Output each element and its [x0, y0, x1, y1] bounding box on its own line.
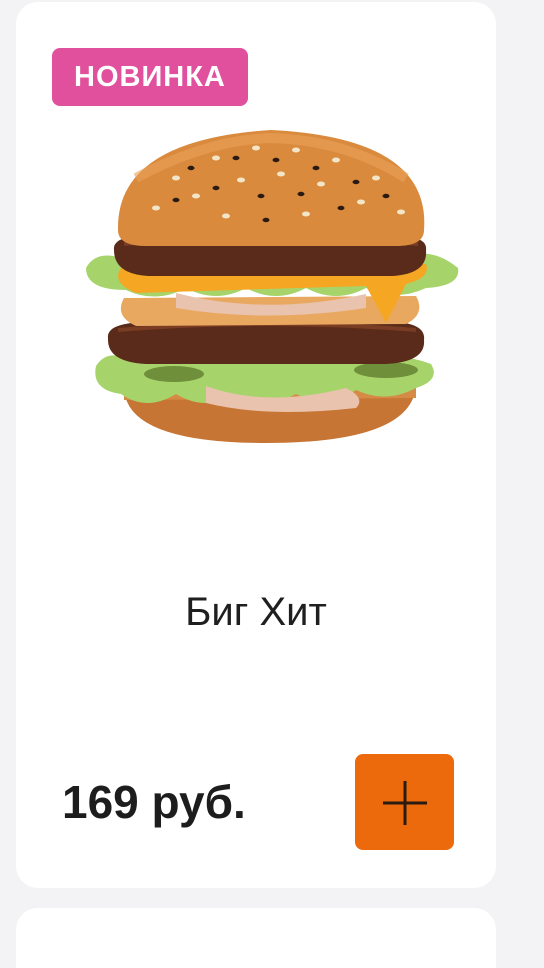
- next-product-card[interactable]: [16, 908, 496, 968]
- product-price: 169 руб.: [62, 776, 246, 828]
- add-to-cart-button[interactable]: [355, 754, 454, 850]
- burger-image: [86, 130, 459, 443]
- product-card[interactable]: НОВИНКА Биг Хит 169 руб.: [16, 2, 496, 888]
- product-name: Биг Хит: [185, 590, 327, 634]
- plus-icon: [383, 781, 427, 825]
- new-badge: НОВИНКА: [52, 48, 248, 106]
